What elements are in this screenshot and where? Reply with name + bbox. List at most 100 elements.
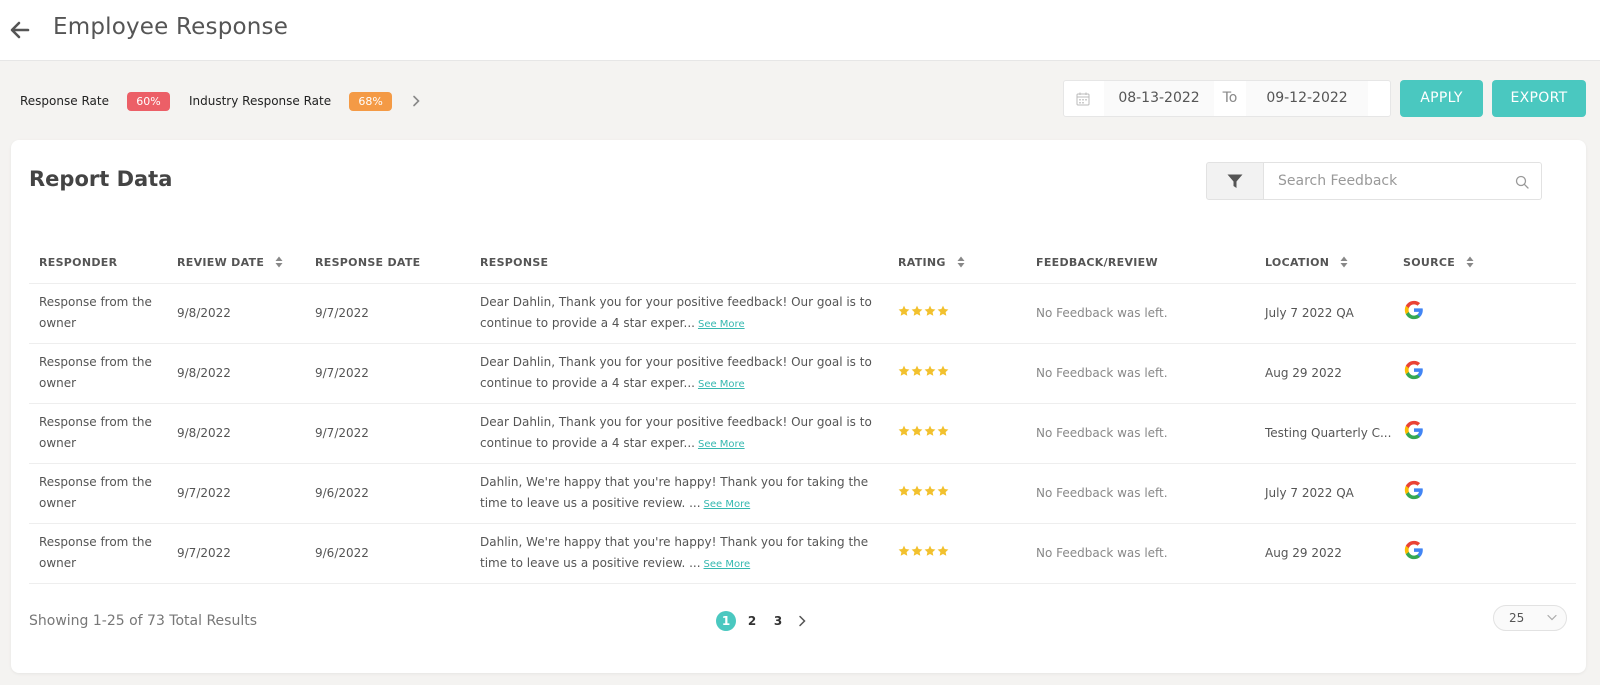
response-cell: Dear Dahlin, Thank you for your positive… xyxy=(470,283,888,344)
see-more-link[interactable]: See More xyxy=(698,319,745,330)
response-date-cell: 9/7/2022 xyxy=(305,283,470,344)
column-header-review-date[interactable]: REVIEW DATE xyxy=(167,243,305,284)
table-row[interactable]: Response from the owner 9/8/2022 9/7/2022 D… xyxy=(29,283,1576,344)
search-box xyxy=(1264,162,1542,200)
source-cell xyxy=(1393,403,1576,464)
per-page-select[interactable]: 25 xyxy=(1493,605,1567,631)
response-text: Dear Dahlin, Thank you for your positive… xyxy=(480,354,872,390)
response-date-cell: 9/7/2022 xyxy=(305,403,470,464)
see-more-link[interactable]: See More xyxy=(698,379,745,390)
location-cell: July 7 2022 QA xyxy=(1255,283,1393,344)
table-row[interactable]: Response from the owner 9/8/2022 9/7/2022 D… xyxy=(29,343,1576,404)
column-header-source[interactable]: SOURCE xyxy=(1393,243,1576,284)
sort-icon[interactable] xyxy=(957,256,965,268)
table-row[interactable]: Response from the owner 9/8/2022 9/7/2022 D… xyxy=(29,403,1576,464)
review-date-cell: 9/7/2022 xyxy=(167,463,305,524)
review-date-cell: 9/8/2022 xyxy=(167,283,305,344)
per-page-value: 25 xyxy=(1509,611,1525,625)
star-icon xyxy=(937,365,949,376)
report-table: RESPONDER REVIEW DATE RESPONSE DATE RESP… xyxy=(29,243,1576,584)
star-icon xyxy=(911,425,923,436)
column-header-response-date: RESPONSE DATE xyxy=(305,243,470,284)
column-header-rating[interactable]: RATING xyxy=(888,243,1026,284)
search-input[interactable] xyxy=(1264,163,1494,199)
table-row[interactable]: Response from the owner 9/7/2022 9/6/2022 D… xyxy=(29,463,1576,524)
response-rates: Response Rate 60% Industry Response Rate… xyxy=(20,90,422,112)
sort-icon[interactable] xyxy=(1340,256,1348,268)
date-to-label: To xyxy=(1222,90,1238,106)
pagination: 1 2 3 xyxy=(716,611,808,631)
next-page-icon[interactable] xyxy=(796,615,808,627)
end-date-input[interactable]: 09-12-2022 xyxy=(1246,81,1368,116)
rating-cell xyxy=(888,283,1026,344)
star-icon xyxy=(898,365,910,376)
star-icon xyxy=(924,545,936,556)
feedback-cell: No Feedback was left. xyxy=(1026,463,1255,524)
star-icon xyxy=(937,425,949,436)
report-title: Report Data xyxy=(29,167,173,191)
google-icon xyxy=(1404,540,1423,560)
filter-icon xyxy=(1227,174,1243,188)
star-icon xyxy=(898,305,910,316)
response-text: Dahlin, We're happy that you're happy! T… xyxy=(480,534,869,570)
location-cell: July 7 2022 QA xyxy=(1255,463,1393,524)
response-cell: Dear Dahlin, Thank you for your positive… xyxy=(470,343,888,404)
page-1-button[interactable]: 1 xyxy=(716,611,736,631)
see-more-link[interactable]: See More xyxy=(704,499,751,510)
feedback-cell: No Feedback was left. xyxy=(1026,283,1255,344)
export-button[interactable]: EXPORT xyxy=(1492,80,1586,117)
apply-button[interactable]: APPLY xyxy=(1400,80,1483,117)
star-rating xyxy=(898,305,949,317)
date-range-picker[interactable]: 08-13-2022 To 09-12-2022 xyxy=(1063,80,1391,117)
source-cell xyxy=(1393,283,1576,344)
feedback-cell: No Feedback was left. xyxy=(1026,403,1255,464)
see-more-link[interactable]: See More xyxy=(698,439,745,450)
column-header-responder: RESPONDER xyxy=(29,243,167,284)
star-icon xyxy=(898,485,910,496)
response-cell: Dahlin, We're happy that you're happy! T… xyxy=(470,463,888,524)
star-icon xyxy=(937,485,949,496)
google-icon xyxy=(1404,300,1423,320)
review-date-cell: 9/7/2022 xyxy=(167,523,305,584)
response-date-cell: 9/6/2022 xyxy=(305,463,470,524)
table-row[interactable]: Response from the owner 9/7/2022 9/6/2022 D… xyxy=(29,523,1576,584)
sort-icon[interactable] xyxy=(275,256,283,268)
chevron-right-icon[interactable] xyxy=(410,95,422,107)
review-date-cell: 9/8/2022 xyxy=(167,343,305,404)
google-icon xyxy=(1404,480,1423,500)
feedback-cell: No Feedback was left. xyxy=(1026,343,1255,404)
star-icon xyxy=(911,545,923,556)
see-more-link[interactable]: See More xyxy=(704,559,751,570)
sort-icon[interactable] xyxy=(1466,256,1474,268)
star-icon xyxy=(924,365,936,376)
star-icon xyxy=(924,305,936,316)
location-cell: Testing Quarterly C... xyxy=(1255,403,1393,464)
start-date-input[interactable]: 08-13-2022 xyxy=(1104,81,1214,116)
column-header-location[interactable]: LOCATION xyxy=(1255,243,1393,284)
search-icon[interactable] xyxy=(1515,175,1529,189)
source-cell xyxy=(1393,343,1576,404)
results-count: Showing 1-25 of 73 Total Results xyxy=(29,613,258,629)
top-bar: Employee Response xyxy=(0,0,1600,61)
star-rating xyxy=(898,485,949,497)
responder-cell: Response from the owner xyxy=(29,343,167,404)
rating-cell xyxy=(888,523,1026,584)
star-icon xyxy=(898,545,910,556)
calendar-icon xyxy=(1076,92,1090,106)
star-icon xyxy=(911,305,923,316)
page-2-button[interactable]: 2 xyxy=(742,611,762,631)
star-icon xyxy=(911,485,923,496)
source-cell xyxy=(1393,463,1576,524)
filter-button[interactable] xyxy=(1206,162,1264,200)
page-3-button[interactable]: 3 xyxy=(768,611,788,631)
rating-cell xyxy=(888,403,1026,464)
response-rate-badge: 60% xyxy=(126,91,170,111)
response-text: Dear Dahlin, Thank you for your positive… xyxy=(480,294,872,330)
star-icon xyxy=(924,485,936,496)
response-date-cell: 9/7/2022 xyxy=(305,343,470,404)
star-icon xyxy=(898,425,910,436)
rating-cell xyxy=(888,343,1026,404)
back-arrow-icon[interactable] xyxy=(8,18,32,42)
star-rating xyxy=(898,425,949,437)
source-cell xyxy=(1393,523,1576,584)
